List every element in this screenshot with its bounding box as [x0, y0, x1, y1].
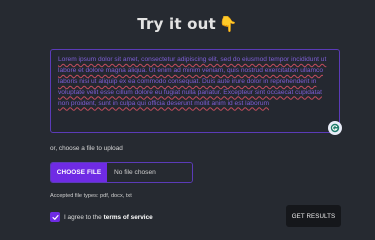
agree-checkbox[interactable] [50, 212, 60, 222]
agree-text: I agree to the [64, 213, 102, 221]
terms-of-service-link[interactable]: terms of service [104, 214, 153, 221]
terms-agreement: I agree to the terms of service [50, 212, 153, 222]
file-status: No file chosen [107, 163, 192, 182]
grammarly-icon[interactable] [328, 121, 342, 135]
accepted-file-types: Accepted file types: pdf, docx, txt [50, 193, 132, 199]
checkmark-icon [51, 214, 59, 220]
page-title: Try it out 👇 [0, 15, 375, 33]
choose-file-button[interactable]: CHOOSE FILE [51, 163, 107, 182]
pointing-down-icon: 👇 [218, 15, 238, 33]
get-results-button[interactable]: GET RESULTS [286, 205, 341, 227]
text-input-value: Lorem ipsum dolor sit amet, consectetur … [58, 56, 327, 107]
page: Try it out 👇 Lorem ipsum dolor sit amet, … [0, 0, 375, 240]
page-title-text: Try it out [137, 15, 216, 33]
upload-prompt: or, choose a file to upload [50, 145, 123, 152]
file-input[interactable]: CHOOSE FILE No file chosen [50, 162, 193, 183]
text-input-area[interactable]: Lorem ipsum dolor sit amet, consectetur … [50, 49, 342, 135]
